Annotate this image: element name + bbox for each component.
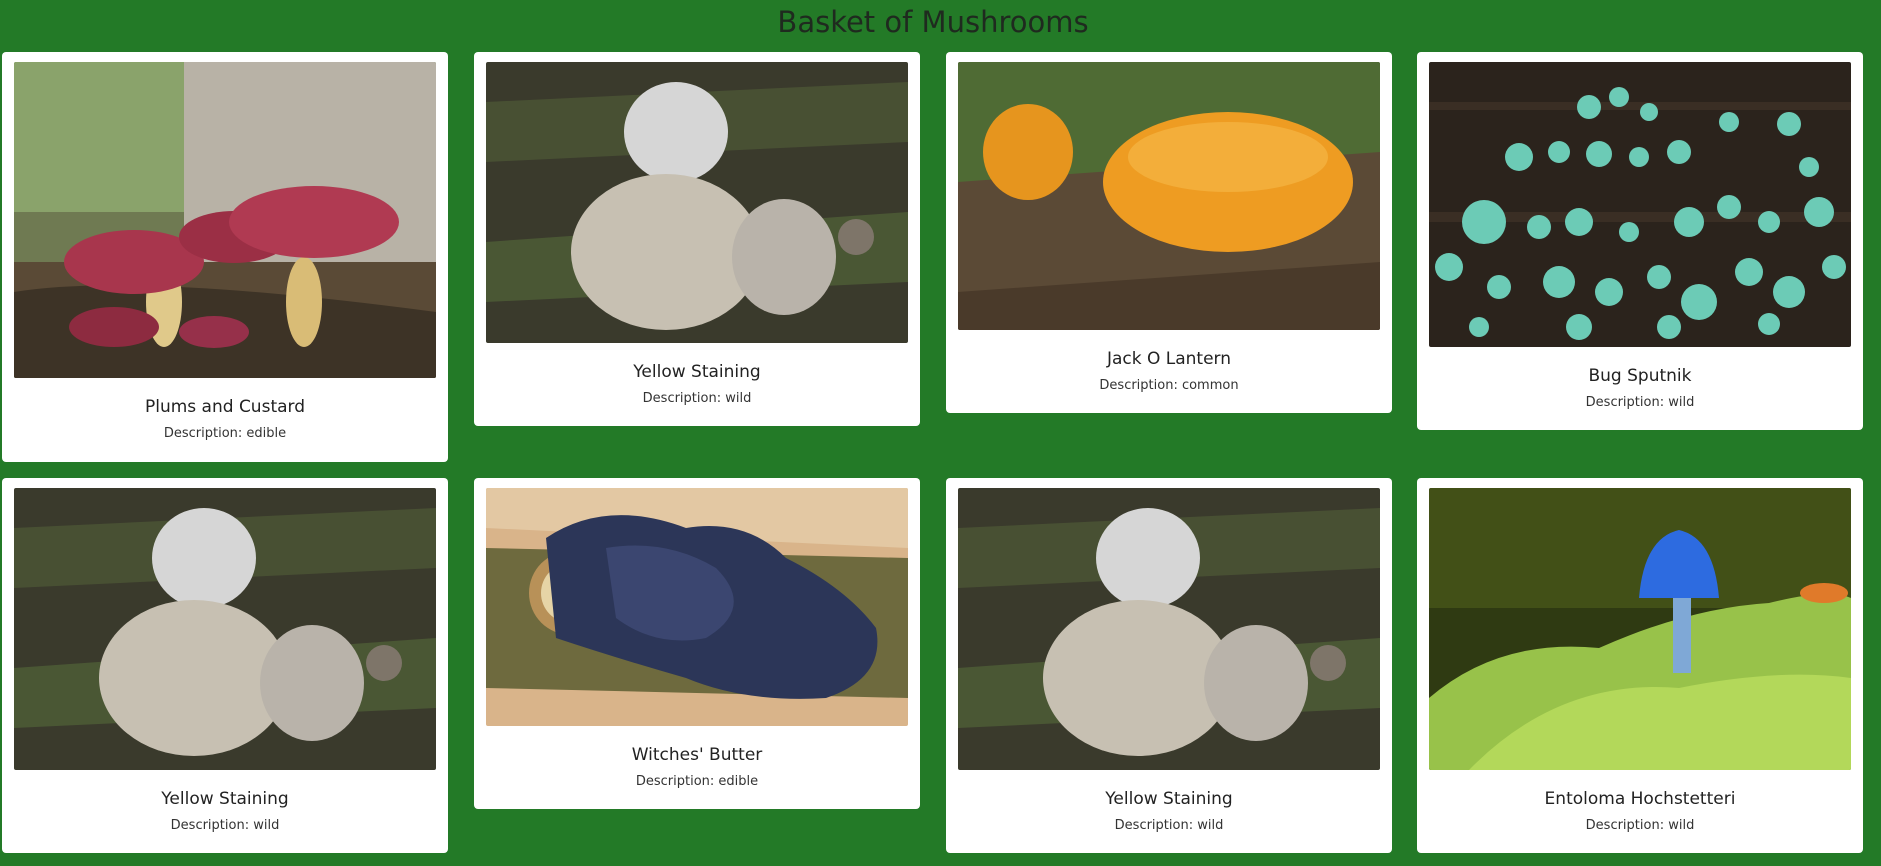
card-description: Description: wild [642, 391, 752, 406]
yellow-staining-photo [486, 62, 908, 343]
card-description: Description: wild [1585, 818, 1695, 833]
card-description: Description: edible [163, 426, 287, 441]
entoloma-hochstetteri-photo [1429, 488, 1851, 770]
mushroom-card[interactable]: Yellow Staining Description: wild [474, 52, 920, 426]
card-title: Entoloma Hochstetteri [1544, 789, 1736, 809]
card-description: Description: wild [170, 818, 280, 833]
yellow-staining-photo [14, 488, 436, 770]
card-title: Bug Sputnik [1588, 366, 1692, 386]
mushroom-card[interactable]: Witches' Butter Description: edible [474, 478, 920, 809]
card-description: Description: wild [1585, 395, 1695, 410]
mushroom-card[interactable]: Entoloma Hochstetteri Description: wild [1417, 478, 1863, 853]
card-title: Jack O Lantern [1106, 349, 1232, 369]
plums-and-custard-photo [14, 62, 436, 378]
mushroom-card[interactable]: Yellow Staining Description: wild [2, 478, 448, 853]
card-title: Witches' Butter [631, 745, 763, 765]
mushroom-card[interactable]: Bug Sputnik Description: wild [1417, 52, 1863, 430]
mushroom-card[interactable]: Jack O Lantern Description: common [946, 52, 1392, 413]
mushroom-card[interactable]: Yellow Staining Description: wild [946, 478, 1392, 853]
mushroom-card[interactable]: Plums and Custard Description: edible [2, 52, 448, 462]
card-title: Yellow Staining [161, 789, 289, 809]
card-title: Yellow Staining [1105, 789, 1233, 809]
witches-butter-photo [486, 488, 908, 726]
card-description: Description: common [1099, 378, 1239, 393]
card-title: Yellow Staining [633, 362, 761, 382]
jack-o-lantern-photo [958, 62, 1380, 330]
page-title: Basket of Mushrooms [777, 5, 1089, 39]
card-description: Description: wild [1114, 818, 1224, 833]
yellow-staining-photo [958, 488, 1380, 770]
card-title: Plums and Custard [144, 397, 306, 417]
bug-sputnik-photo [1429, 62, 1851, 347]
card-description: Description: edible [635, 774, 759, 789]
